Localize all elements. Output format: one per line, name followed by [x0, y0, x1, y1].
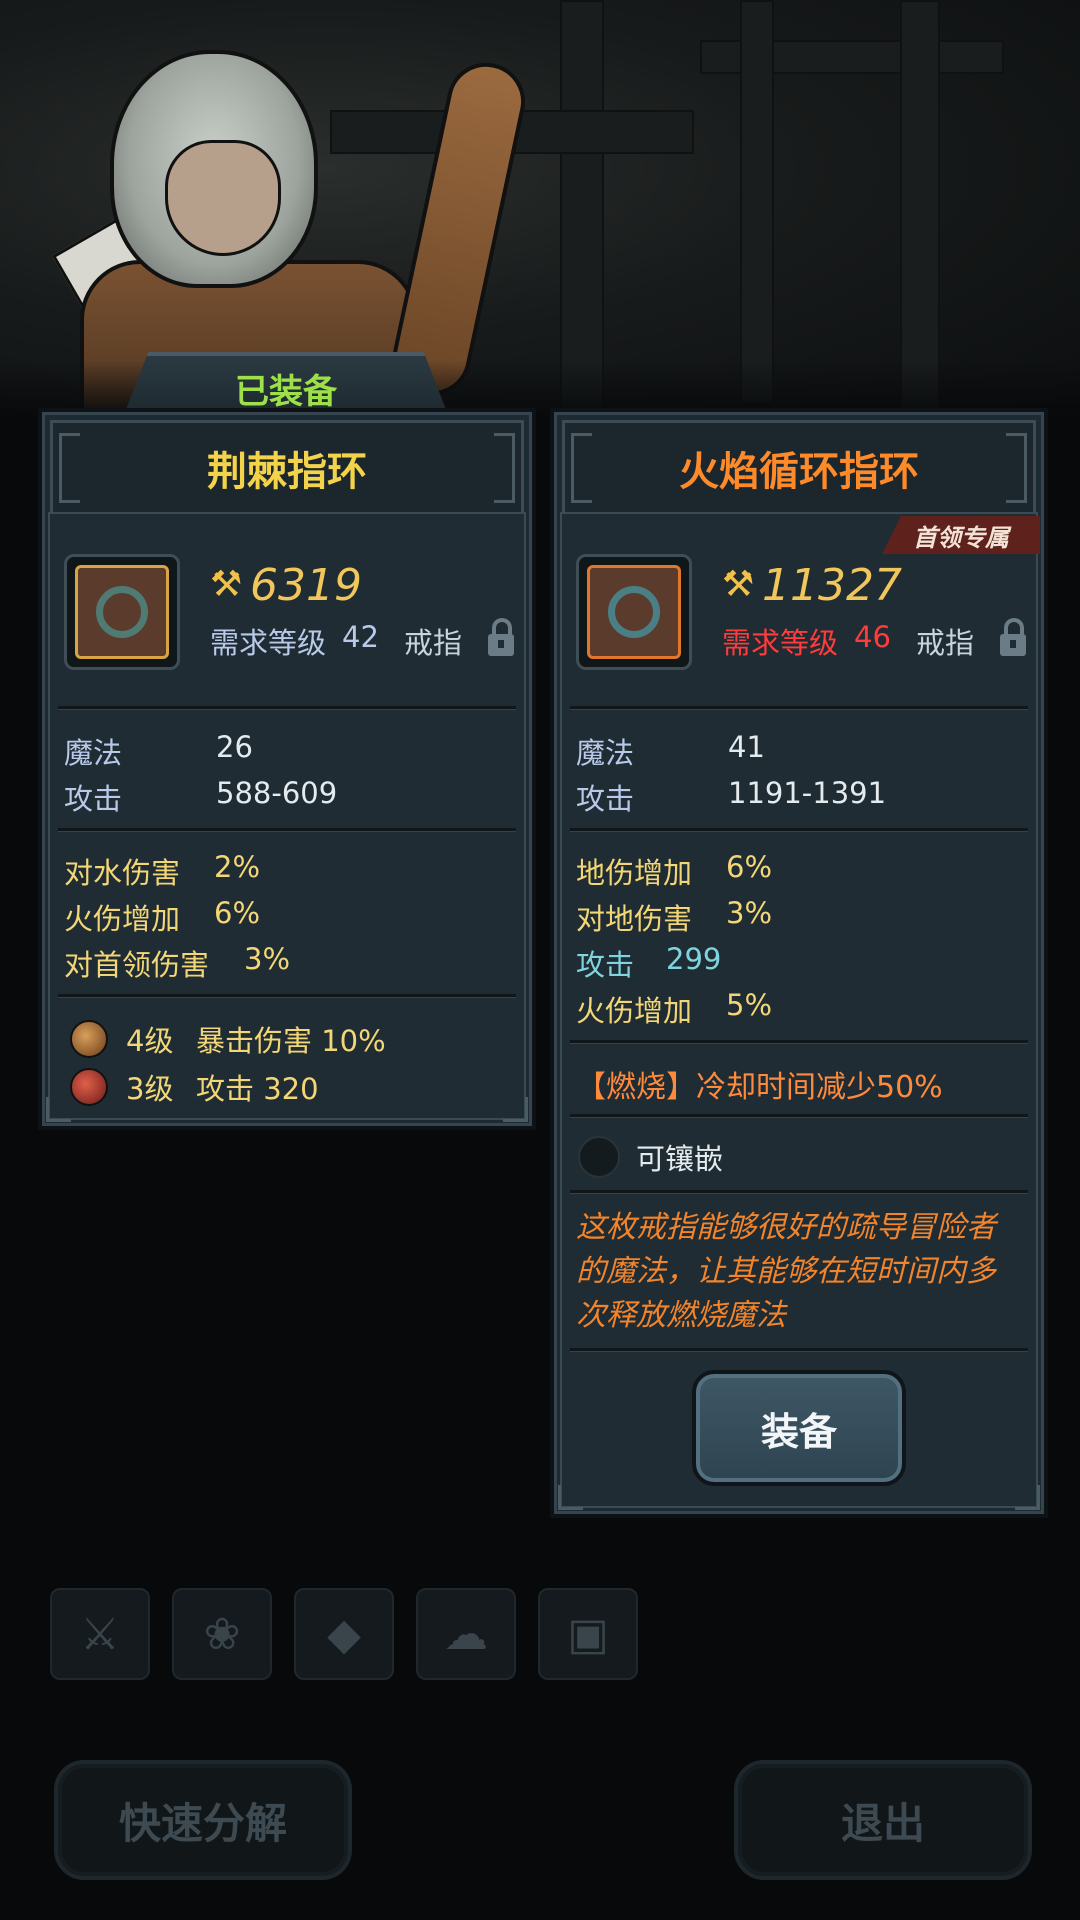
divider: [58, 994, 516, 998]
power-icon: ⚒: [722, 564, 755, 605]
slot-type: 戒指: [916, 626, 975, 660]
gem-effect: 攻击 320: [196, 1072, 319, 1106]
req-prefix: 需求等级: [210, 626, 327, 660]
corner-ornament: [1015, 1485, 1040, 1510]
affix-name: 火伤增加: [576, 994, 693, 1028]
stat-value: 1191-1391: [728, 776, 887, 810]
equip-button[interactable]: 装备: [692, 1370, 906, 1486]
affix-value: 2%: [214, 850, 261, 884]
new-item-card: 火焰循环指环 首领专属 ⚒ 11327 需求等级 46 戒指 魔法 41 攻击 …: [550, 408, 1048, 1518]
divider: [58, 828, 516, 832]
affix-value: 6%: [214, 896, 261, 930]
equipped-label: 已装备: [235, 371, 337, 412]
divider: [570, 1190, 1028, 1194]
gem-level: 3级: [126, 1072, 174, 1106]
item-name-header: 荆棘指环: [50, 420, 524, 516]
gem-effect: 暴击伤害 10%: [196, 1024, 386, 1058]
affix-value: 3%: [726, 896, 773, 930]
stat-value: 26: [216, 730, 253, 764]
character-face: [165, 140, 281, 256]
affix-value: 299: [666, 942, 722, 976]
item-icon[interactable]: [64, 554, 180, 670]
equip-button-label: 装备: [760, 1409, 837, 1454]
wall-beam: [740, 0, 774, 404]
divider: [570, 706, 1028, 710]
quick-dismantle-button[interactable]: 快速分解: [54, 1760, 352, 1880]
stat-value: 41: [728, 730, 765, 764]
quick-dismantle-label: 快速分解: [118, 1798, 287, 1848]
affix-name: 对首领伤害: [64, 948, 210, 982]
wall-beam: [560, 0, 604, 420]
character-arm: [385, 55, 533, 403]
boss-exclusive-badge: 首领专属: [882, 516, 1040, 554]
stat-value: 588-609: [216, 776, 338, 810]
affix-value: 5%: [726, 988, 773, 1022]
exit-button[interactable]: 退出: [734, 1760, 1032, 1880]
lock-icon[interactable]: [1000, 618, 1026, 656]
item-icon[interactable]: [576, 554, 692, 670]
material-category-icon[interactable]: ☁: [416, 1588, 516, 1680]
affix-value: 6%: [726, 850, 773, 884]
equipped-item-card: 荆棘指环 ⚒ 6319 需求等级 42 戒指 魔法 26 攻击 588-609 …: [38, 408, 536, 1130]
slot-type: 戒指: [404, 626, 463, 660]
affix-name: 攻击: [576, 948, 635, 982]
corner-ornament: [503, 1097, 528, 1122]
socket-label: 可镶嵌: [636, 1142, 724, 1176]
item-name-header: 火焰循环指环: [562, 420, 1036, 516]
attack-gem-icon: [70, 1068, 108, 1106]
divider: [58, 706, 516, 710]
affix-name: 对水伤害: [64, 856, 181, 890]
affix-value: 3%: [244, 942, 291, 976]
gem-category-icon[interactable]: ◆: [294, 1588, 394, 1680]
affix-name: 火伤增加: [64, 902, 181, 936]
paw-category-icon[interactable]: ❀: [172, 1588, 272, 1680]
lock-icon[interactable]: [488, 618, 514, 656]
divider: [570, 1348, 1028, 1352]
divider: [570, 828, 1028, 832]
req-level: 46: [854, 620, 891, 654]
gem-level: 4级: [126, 1024, 174, 1058]
special-effect: 【燃烧】冷却时间减少50%: [576, 1070, 943, 1105]
stat-name: 攻击: [64, 782, 123, 816]
divider: [570, 1040, 1028, 1044]
affix-name: 地伤增加: [576, 856, 693, 890]
wall-beam: [900, 0, 940, 420]
crit-gem-icon: [70, 1020, 108, 1058]
item-frame: [75, 565, 169, 659]
stat-name: 攻击: [576, 782, 635, 816]
item-description: 这枚戒指能够很好的疏导冒险者的魔法，让其能够在短时间内多次释放燃烧魔法: [576, 1210, 996, 1333]
corner-ornament: [558, 1485, 583, 1510]
item-frame: [587, 565, 681, 659]
stat-name: 魔法: [576, 736, 635, 770]
weapon-category-icon[interactable]: ⚔: [50, 1588, 150, 1680]
boss-exclusive-label: 首领专属: [913, 523, 1009, 552]
corner-ornament: [46, 1097, 71, 1122]
item-name: 火焰循环指环: [679, 449, 919, 495]
chest-category-icon[interactable]: ▣: [538, 1588, 638, 1680]
item-name: 荆棘指环: [207, 449, 367, 495]
power-score: 11327: [762, 560, 902, 611]
req-prefix: 需求等级: [722, 626, 839, 660]
power-icon: ⚒: [210, 564, 243, 605]
ring-icon: [96, 586, 148, 638]
socket-slot[interactable]: [578, 1136, 620, 1178]
ring-icon: [608, 586, 660, 638]
stat-name: 魔法: [64, 736, 123, 770]
req-level: 42: [342, 620, 379, 654]
divider: [570, 1114, 1028, 1118]
exit-label: 退出: [840, 1798, 925, 1848]
power-score: 6319: [250, 560, 362, 611]
affix-name: 对地伤害: [576, 902, 693, 936]
